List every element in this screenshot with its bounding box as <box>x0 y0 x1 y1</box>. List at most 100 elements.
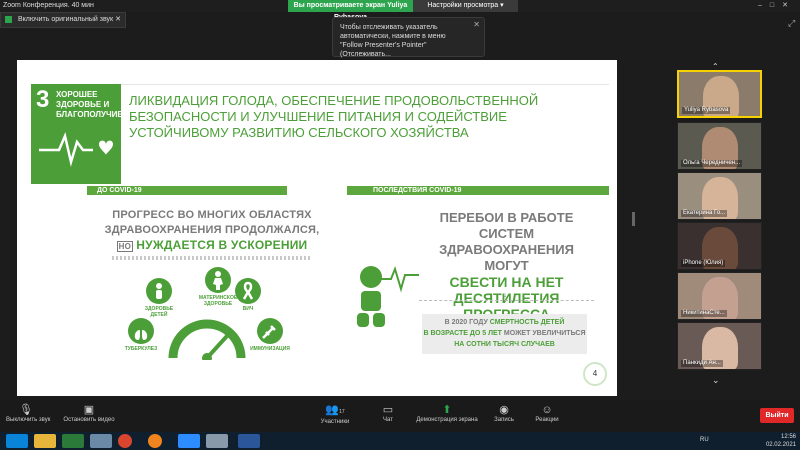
original-sound-label: Включить оригинальный звук <box>18 16 114 23</box>
stop-video-button[interactable]: ▣ Остановить видео <box>62 403 116 423</box>
title-bar: Zoom Конференция. 40 мин Вы просматривае… <box>0 0 800 21</box>
participant-name: Yuliya Rybasova <box>682 107 731 114</box>
participant-name: Ольга Чередничен... <box>681 160 743 167</box>
notification-text: Чтобы отслеживать указатель автоматическ… <box>340 24 446 58</box>
dashed-divider <box>419 300 594 301</box>
progress-line-3: НУЖДАЕТСЯ В УСКОРЕНИИ <box>136 238 308 252</box>
baby-heartbeat-icon <box>357 265 419 327</box>
mute-label: Выключить звук <box>6 417 51 423</box>
chat-label: Чат <box>383 417 393 423</box>
progress-line-2: ЗДРАВООХРАНЕНИЯ ПРОДОЛЖАЛСЯ, <box>104 224 320 236</box>
slide-heading: ЛИКВИДАЦИЯ ГОЛОДА, ОБЕСПЕЧЕНИЕ ПРОДОВОЛЬ… <box>129 93 539 140</box>
participant-tile[interactable]: Yuliya Rybasova <box>677 70 762 118</box>
covid-impact-label: ПОСЛЕДСТВИЯ COVID-19 <box>373 187 462 194</box>
media-app-icon[interactable] <box>62 434 84 448</box>
start-menu-icon[interactable] <box>6 434 28 448</box>
sdg-title: ХОРОШЕЕ ЗДОРОВЬЕ И БЛАГОПОЛУЧИЕ <box>56 90 123 119</box>
box-age: В ВОЗРАСТЕ ДО 5 ЛЕТ <box>423 330 502 337</box>
speedometer-icon <box>168 319 246 360</box>
close-icon[interactable]: ✕ <box>473 20 480 29</box>
disruption-line-1: ПЕРЕБОИ В РАБОТЕ СИСТЕМ <box>439 210 574 241</box>
page-number-badge: 4 <box>583 362 607 386</box>
dotted-divider <box>112 256 312 260</box>
mute-button[interactable]: 🎙 Выключить звук <box>6 403 51 423</box>
reactions-label: Реакции <box>535 417 559 423</box>
box-mortality: СМЕРТНОСТЬ ДЕТЕЙ <box>489 319 565 326</box>
participant-tile[interactable]: Панкиди Ан... <box>677 322 762 370</box>
participant-name: НикитинаСте... <box>681 310 727 317</box>
language-indicator[interactable]: RU <box>700 437 709 443</box>
before-covid-label: ДО COVID-19 <box>97 187 142 194</box>
video-camera-icon: ▣ <box>83 404 95 416</box>
participants-button[interactable]: 👥17 Участники <box>318 403 352 425</box>
disruption-text: ПЕРЕБОИ В РАБОТЕ СИСТЕМ ЗДРАВООХРАНЕНИЯ … <box>419 210 594 322</box>
os-taskbar: RU 12:56 02.02.2021 <box>0 432 800 450</box>
panel-resize-handle[interactable] <box>632 212 635 226</box>
child-mortality-box: В 2020 ГОДУ СМЕРТНОСТЬ ДЕТЕЙ В ВОЗРАСТЕ … <box>422 314 587 354</box>
meeting-toolbar: 🎙 Выключить звук ▣ Остановить видео 👥17 … <box>0 400 800 432</box>
hiv-label: ВИЧ <box>242 306 254 312</box>
progress-line-1: ПРОГРЕСС ВО МНОГИХ ОБЛАСТЯХ <box>112 209 312 221</box>
screen-share-notice: Вы просматриваете экран Yuliya Rybasova <box>288 0 413 21</box>
disruption-line-3: СВЕСТИ НА НЕТ <box>449 274 564 290</box>
participant-name: iPhone (Юлия) <box>681 260 726 267</box>
disruption-line-2: ЗДРАВООХРАНЕНИЯ МОГУТ <box>439 242 574 273</box>
share-screen-button[interactable]: ⬆ Демонстрация экрана <box>414 403 480 423</box>
but-word: НО <box>116 241 134 252</box>
file-explorer-icon[interactable] <box>34 434 56 448</box>
children-health-icon <box>146 278 172 304</box>
shield-icon <box>5 15 12 23</box>
immunization-label: ИММУНИЗАЦИЯ <box>250 346 290 352</box>
record-label: Запись <box>494 417 514 423</box>
clock-time: 12:56 <box>780 434 796 440</box>
word-icon[interactable] <box>238 434 260 448</box>
fullscreen-icon[interactable]: ⤢ <box>788 18 795 29</box>
box-year: В 2020 ГОДУ <box>444 319 488 326</box>
microphone-icon: 🎙 <box>19 404 33 416</box>
heartbeat-icon <box>39 131 113 167</box>
chrome-icon[interactable] <box>118 434 132 448</box>
shared-slide: 3 ХОРОШЕЕ ЗДОРОВЬЕ И БЛАГОПОЛУЧИЕ ЛИКВИД… <box>17 60 617 396</box>
participants-count: 17 <box>339 409 345 415</box>
smiley-icon: ☺ <box>541 404 553 416</box>
participant-name: Панкиди Ан... <box>681 360 723 367</box>
zoom-icon[interactable] <box>178 434 200 448</box>
box-cases: НА СОТНИ ТЫСЯЧ СЛУЧАЕВ <box>454 341 555 348</box>
share-screen-icon: ⬆ <box>442 404 452 416</box>
view-options-label: Настройки просмотра <box>427 2 499 9</box>
participant-tile[interactable]: НикитинаСте... <box>677 272 762 320</box>
record-icon: ◉ <box>499 404 509 416</box>
chevron-down-icon: ▾ <box>500 2 504 9</box>
tuberculosis-icon <box>128 318 154 344</box>
sdg-goal-badge: 3 ХОРОШЕЕ ЗДОРОВЬЕ И БЛАГОПОЛУЧИЕ <box>31 84 123 184</box>
share-screen-label: Демонстрация экрана <box>416 417 478 423</box>
record-button[interactable]: ◉ Запись <box>492 403 516 423</box>
original-sound-button[interactable]: Включить оригинальный звук ✕ <box>0 12 126 28</box>
sdg-number: 3 <box>36 86 50 113</box>
zoom-window: Zoom Конференция. 40 мин Вы просматривае… <box>0 0 800 450</box>
view-options-button[interactable]: Настройки просмотра ▾ <box>413 0 518 12</box>
window-controls[interactable]: –□✕ <box>758 0 796 12</box>
paint-icon[interactable] <box>206 434 228 448</box>
close-icon[interactable]: ✕ <box>115 13 121 27</box>
chevron-down-icon[interactable]: ⌄ <box>712 375 720 386</box>
leave-button[interactable]: Выйти <box>760 408 794 423</box>
participant-tile[interactable]: iPhone (Юлия) <box>677 222 762 270</box>
tuberculosis-label: ТУБЕРКУЛЕЗ <box>124 346 158 352</box>
app-icon[interactable] <box>90 434 112 448</box>
chevron-up-icon[interactable]: ⌃ <box>712 62 719 71</box>
window-title: Zoom Конференция. 40 мин <box>3 2 94 9</box>
before-covid-banner: ДО COVID-19 <box>87 186 287 195</box>
chat-icon: ▭ <box>382 404 394 416</box>
firefox-icon[interactable] <box>148 434 162 448</box>
box-increase: УВЕЛИЧИТЬСЯ <box>532 330 586 337</box>
reactions-button[interactable]: ☺ Реакции <box>532 403 562 423</box>
clock-date: 02.02.2021 <box>765 442 796 448</box>
chat-button[interactable]: ▭ Чат <box>380 403 396 423</box>
system-clock[interactable]: 12:56 02.02.2021 <box>766 433 796 449</box>
participant-tile[interactable]: Ольга Чередничен... <box>677 122 762 170</box>
participant-tile[interactable]: Екатерина Го... <box>677 172 762 220</box>
children-health-label: ЗДОРОВЬЕ ДЕТЕЙ <box>144 306 174 318</box>
box-may: МОЖЕТ <box>503 330 531 337</box>
hiv-ribbon-icon <box>235 278 261 304</box>
